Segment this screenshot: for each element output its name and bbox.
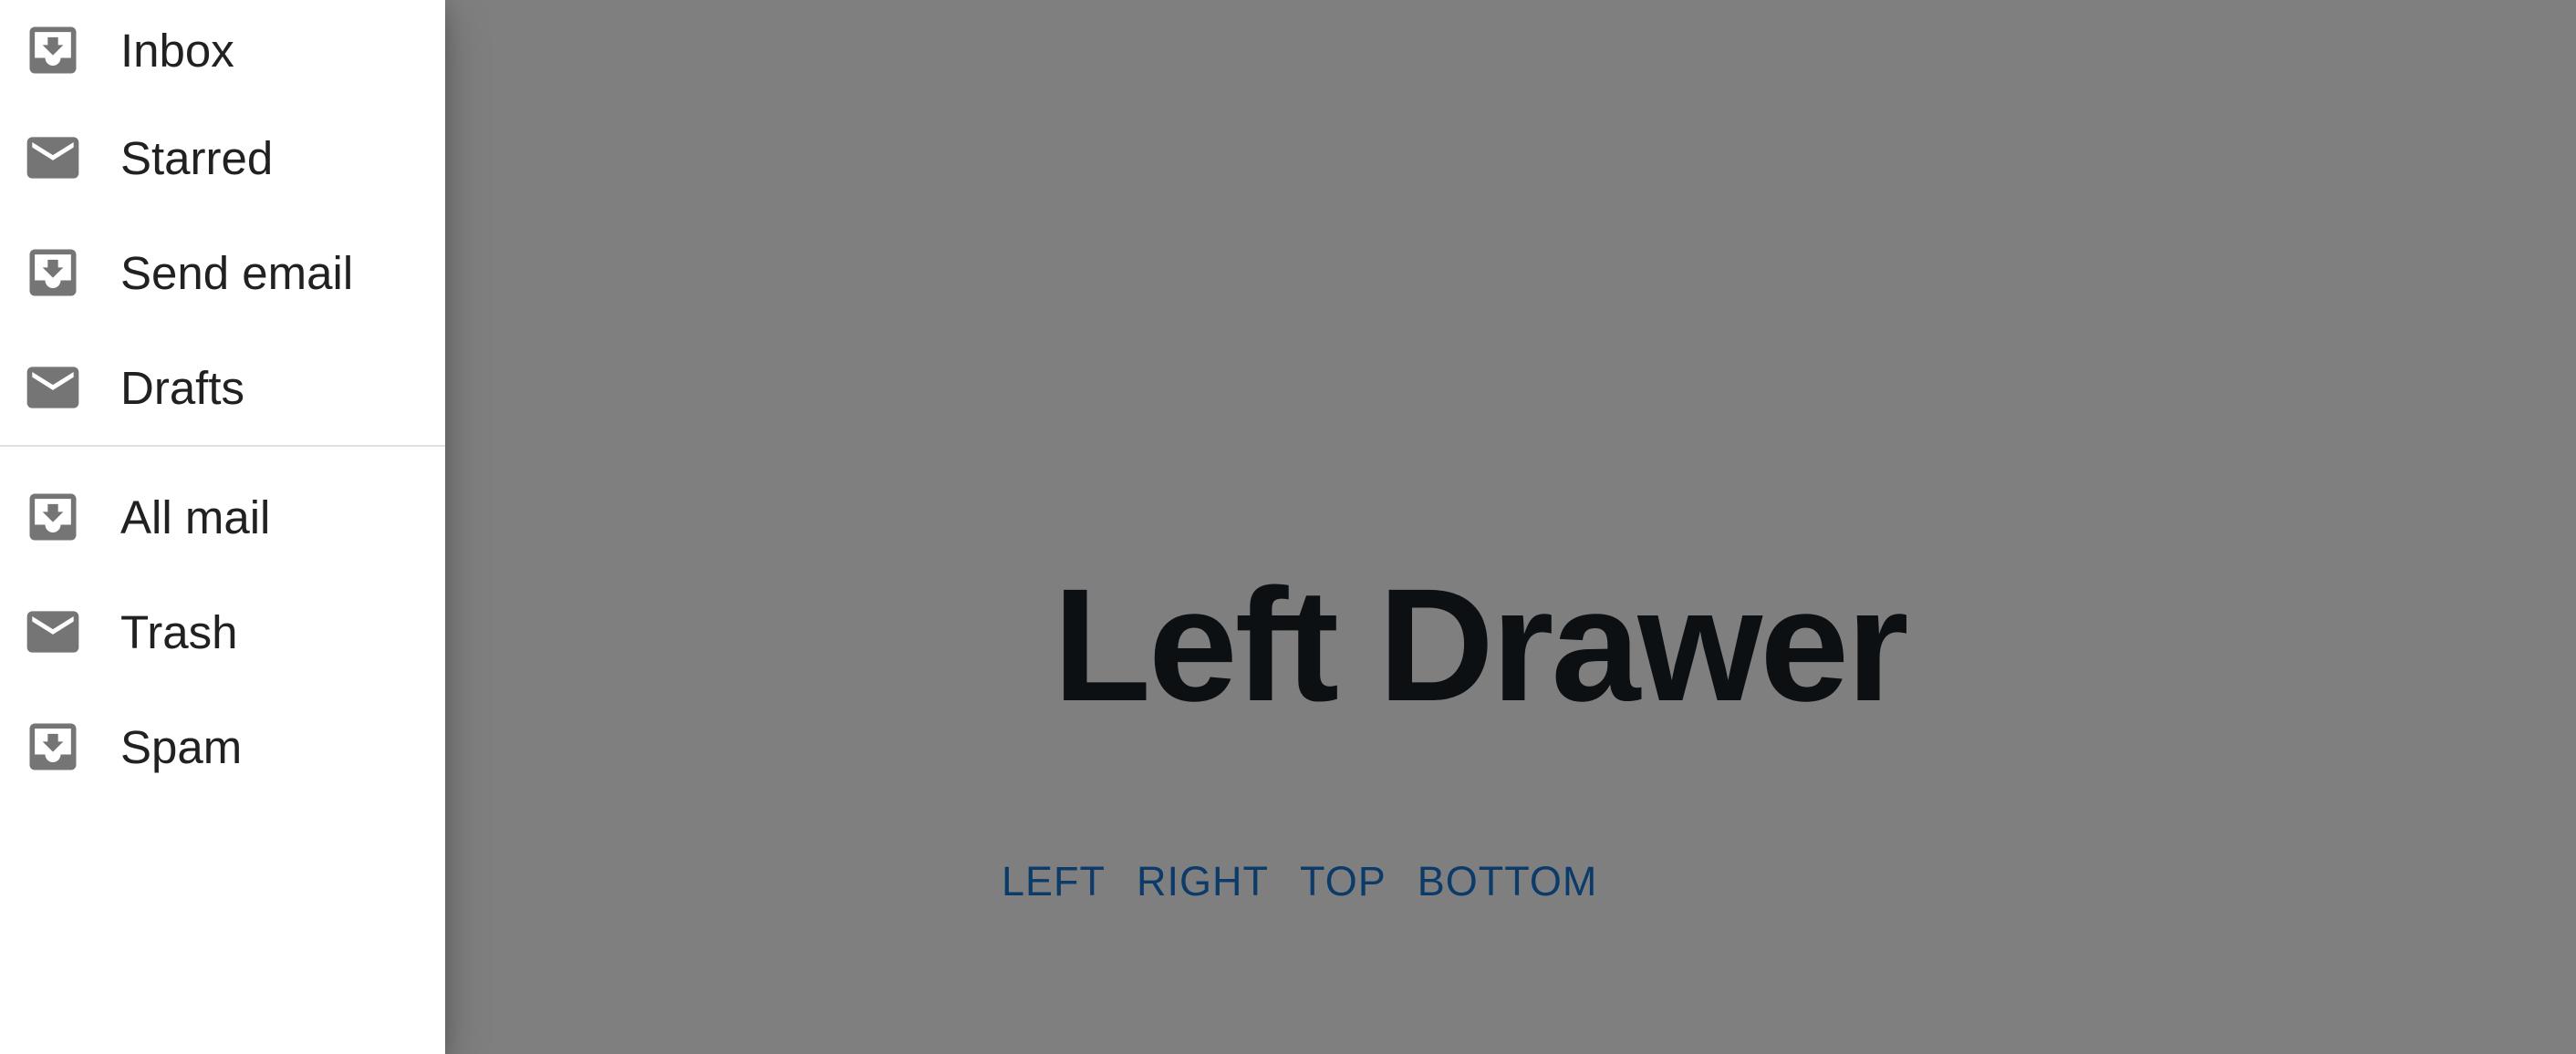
drawer-item-label: Inbox — [120, 24, 234, 77]
drawer-list-primary: Inbox Starred Send email Drafts — [0, 0, 445, 445]
inbox-icon — [22, 716, 84, 778]
drawer-item-label: Starred — [120, 131, 274, 184]
drawer-item-spam[interactable]: Spam — [0, 689, 445, 804]
inbox-icon — [22, 19, 84, 81]
mail-icon — [22, 356, 84, 418]
drawer-list-secondary: All mail Trash Spam — [0, 447, 445, 804]
drawer-item-label: Trash — [120, 605, 238, 658]
drawer-item-all-mail[interactable]: All mail — [0, 460, 445, 574]
mail-icon — [22, 601, 84, 663]
drawer-item-inbox[interactable]: Inbox — [0, 0, 445, 100]
drawer-item-label: Drafts — [120, 361, 245, 414]
drawer-item-label: All mail — [120, 491, 271, 543]
drawer-item-trash[interactable]: Trash — [0, 574, 445, 689]
drawer-item-drafts[interactable]: Drafts — [0, 330, 445, 445]
inbox-icon — [22, 242, 84, 304]
inbox-icon — [22, 486, 84, 548]
page: Left Drawer LEFT RIGHT TOP BOTTOM Inbox … — [0, 0, 2576, 1054]
drawer-item-send-email[interactable]: Send email — [0, 215, 445, 330]
drawer-item-label: Spam — [120, 720, 243, 773]
drawer-item-starred[interactable]: Starred — [0, 100, 445, 215]
drawer-item-label: Send email — [120, 246, 354, 299]
mail-icon — [22, 127, 84, 189]
left-drawer: Inbox Starred Send email Drafts All mail… — [0, 0, 445, 1054]
